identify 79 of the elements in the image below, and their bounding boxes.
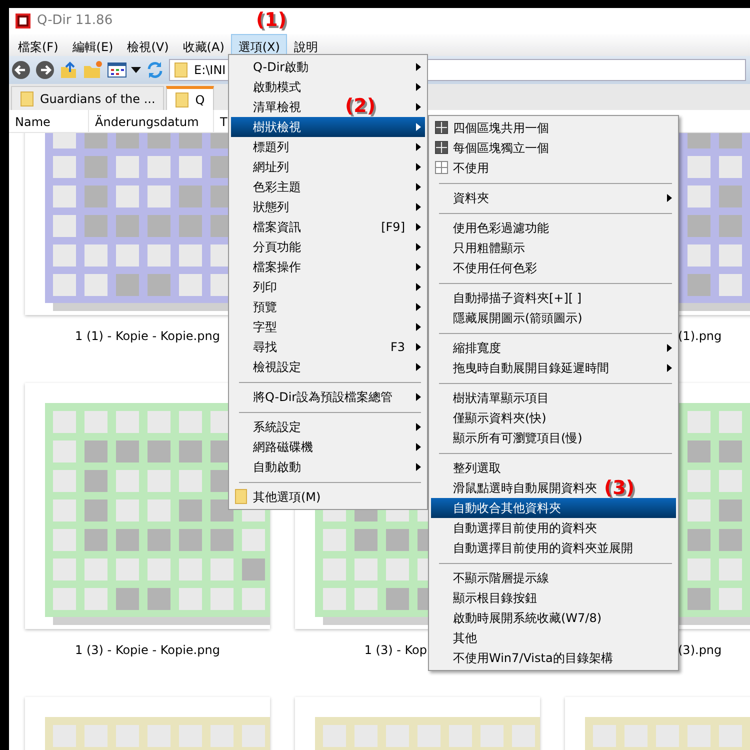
tab[interactable]: Q — [166, 86, 214, 110]
annotation-label: (2) — [345, 94, 376, 119]
menu-item[interactable]: 自動啟動 — [253, 458, 301, 476]
forward-icon[interactable] — [35, 60, 55, 80]
file-name: 1 (3) - Kop — [364, 643, 427, 657]
menu-item[interactable]: 分頁功能 — [253, 238, 301, 256]
menu-item[interactable]: 檔案資訊 — [253, 218, 301, 236]
menu-item[interactable]: 僅顯示資料夾(快) — [453, 409, 546, 427]
up-folder-icon[interactable] — [59, 60, 79, 80]
caret-icon[interactable] — [131, 66, 141, 74]
folder-icon — [174, 62, 188, 78]
menu-item[interactable]: 網址列 — [253, 158, 289, 176]
column-header[interactable]: Name — [9, 110, 89, 132]
menu-item[interactable]: 自動掃描子資料夾[+][ ] — [453, 289, 582, 307]
menu-item[interactable]: 拖曳時自動展開目錄延遲時間 — [453, 359, 609, 377]
menu-item[interactable]: 色彩主題 — [253, 178, 301, 196]
folder-icon — [175, 92, 190, 108]
file-name: (1).png — [678, 329, 722, 343]
menu-item[interactable]: 檢視設定 — [253, 358, 301, 376]
menu-item[interactable]: 尋找 — [253, 338, 277, 356]
menu-item[interactable]: 不使用任何色彩 — [453, 259, 537, 277]
menu-item[interactable]: Q-Dir啟動 — [253, 58, 309, 76]
annotation-label: (1) — [256, 8, 287, 33]
menu-item[interactable]: 不使用Win7/Vista的目錄架構 — [453, 649, 613, 667]
file-name: 1 (3) - Kopie - Kopie.png — [75, 643, 220, 657]
tab[interactable]: Guardians of the ... — [11, 86, 164, 110]
menu-item[interactable]: 預覽 — [253, 298, 277, 316]
menu-item[interactable]: 檔案(F) — [11, 34, 66, 56]
menu-item[interactable]: 編輯(E) — [65, 34, 120, 56]
menu-item[interactable]: 四個區塊共用一個 — [453, 119, 549, 137]
menu-item[interactable]: 選項(X) — [231, 34, 287, 56]
menu-item[interactable]: 啟動時展開系統收藏(W7/8) — [453, 609, 602, 627]
file-name: 1 (1) - Kopie - Kopie.png — [75, 329, 220, 343]
shortcut-text: F3 — [390, 339, 406, 356]
menu-item[interactable]: 不顯示階層提示線 — [453, 569, 549, 587]
menu-item[interactable]: 每個區塊獨立一個 — [453, 139, 549, 157]
app-icon — [15, 13, 31, 29]
grid-icon — [435, 141, 448, 154]
grid-icon — [435, 121, 448, 134]
menu-item[interactable]: 資料夾 — [453, 189, 489, 207]
menu-item[interactable]: 顯示所有可瀏覽項目(慢) — [453, 429, 582, 447]
menu-item[interactable]: 縮排寬度 — [453, 339, 501, 357]
menu-item[interactable]: 網路磁碟機 — [253, 438, 313, 456]
menu-item[interactable]: 樹狀清單顯示項目 — [453, 389, 549, 407]
menu-item[interactable]: 系統設定 — [253, 418, 301, 436]
menu-item[interactable]: 啟動模式 — [253, 78, 301, 96]
folder-icon — [20, 90, 34, 106]
window-title: Q-Dir 11.86 — [37, 12, 113, 30]
menu-item[interactable]: 樹狀檢視 — [231, 117, 425, 137]
menu-item[interactable]: 不使用 — [453, 159, 489, 177]
menu-item[interactable]: 使用色彩過濾功能 — [453, 219, 549, 237]
menu-item[interactable]: 自動選擇目前使用的資料夾並展開 — [453, 539, 633, 557]
menu-item[interactable]: 自動收合其他資料夾 — [431, 498, 676, 518]
menu-item[interactable]: 自動選擇目前使用的資料夾 — [453, 519, 597, 537]
shortcut-text: [F9] — [381, 219, 406, 236]
back-icon[interactable] — [11, 60, 31, 80]
annotation-label: (3) — [604, 476, 635, 501]
menu-item[interactable]: 列印 — [253, 278, 277, 296]
menu-item[interactable]: 顯示根目錄按鈕 — [453, 589, 537, 607]
menu-item[interactable]: 檔案操作 — [253, 258, 301, 276]
file-name: (3).png — [678, 643, 722, 657]
menu-item[interactable]: 字型 — [253, 318, 277, 336]
menu-item[interactable]: 其他選項(M) — [253, 488, 321, 506]
menu-item[interactable]: 標題列 — [253, 138, 289, 156]
menu-item[interactable]: 只用粗體顯示 — [453, 239, 525, 257]
view-icon[interactable] — [107, 62, 127, 78]
grid-icon — [435, 161, 448, 174]
menu-item[interactable]: 收藏(A) — [176, 34, 232, 56]
folder-icon — [235, 489, 247, 504]
menu-item[interactable]: 隱藏展開圖示(箭頭圖示) — [453, 309, 582, 327]
menu-item[interactable]: 清單檢視 — [253, 98, 301, 116]
menu-item[interactable]: 整列選取 — [453, 459, 501, 477]
column-header[interactable]: Änderungsdatum — [89, 110, 214, 132]
menu-item[interactable]: 說明 — [286, 34, 325, 56]
menu-item[interactable]: 滑鼠點選時自動展開資料夾 — [453, 479, 597, 497]
menu-item[interactable]: 檢視(V) — [120, 34, 176, 56]
menu-item[interactable]: 狀態列 — [253, 198, 289, 216]
menu-item[interactable]: 其他 — [453, 629, 477, 647]
menu-item[interactable]: 將Q-Dir設為預設檔案總管 — [253, 388, 393, 406]
